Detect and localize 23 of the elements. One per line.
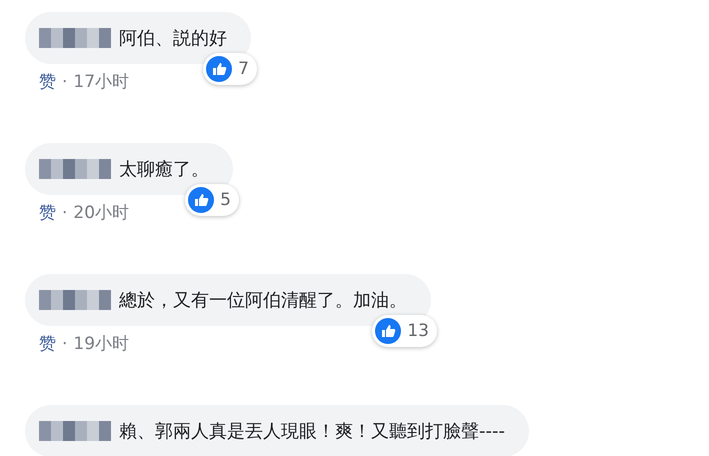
separator-dot: · (62, 72, 68, 92)
separator-dot: · (62, 202, 68, 222)
comment-text: 太聊癒了。 (119, 158, 209, 181)
redacted-name (39, 159, 111, 179)
like-link[interactable]: 赞 (39, 201, 56, 224)
thumbs-up-icon (188, 187, 214, 213)
separator-dot: · (62, 334, 68, 354)
reaction-badge[interactable]: 7 (203, 53, 257, 85)
redacted-name (39, 28, 111, 48)
redacted-name (39, 290, 111, 310)
like-link[interactable]: 赞 (39, 70, 56, 93)
comment-text: 總於，又有一位阿伯清醒了。加油。 (119, 289, 407, 312)
comment-time: 17小时 (73, 71, 130, 93)
redacted-name (39, 421, 111, 441)
like-link[interactable]: 赞 (39, 332, 56, 355)
reaction-badge[interactable]: 5 (185, 184, 239, 216)
comment-text: 賴、郭兩人真是丟人現眼！爽！又聽到打臉聲---- (119, 420, 505, 443)
comment-time: 20小时 (73, 202, 130, 224)
comment-time: 19小时 (73, 333, 130, 355)
reaction-badge[interactable]: 13 (372, 315, 437, 347)
thumbs-up-icon (206, 56, 232, 82)
thumbs-up-icon (375, 318, 402, 344)
comment-text: 阿伯、説的好 (119, 27, 227, 50)
